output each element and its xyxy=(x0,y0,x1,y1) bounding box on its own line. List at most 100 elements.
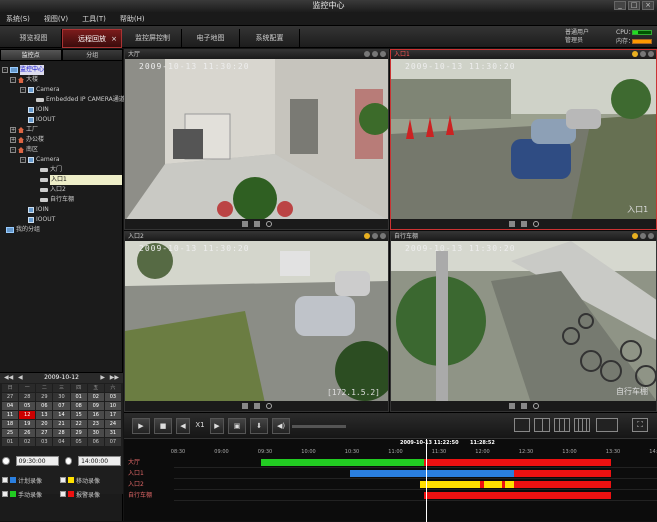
calendar-day[interactable]: 28 xyxy=(19,393,36,401)
tree-node-gate[interactable]: 大门 xyxy=(40,165,62,175)
legend-manual[interactable]: 手动录像 xyxy=(2,490,54,499)
calendar-day[interactable]: 05 xyxy=(19,402,36,410)
calendar-day[interactable]: 13 xyxy=(36,411,53,419)
tab-emap[interactable]: 电子地图 xyxy=(182,29,240,48)
calendar-day[interactable]: 06 xyxy=(36,402,53,410)
tree-node-entrance1[interactable]: 入口1 xyxy=(40,175,122,185)
slower-button[interactable]: ◀ xyxy=(176,418,190,434)
tree-node-root[interactable]: - 监控中心 xyxy=(2,65,45,75)
calendar-day[interactable]: 21 xyxy=(53,420,70,428)
record-segment[interactable] xyxy=(350,470,514,477)
record-segment[interactable] xyxy=(514,481,611,488)
pane-btn-icon[interactable] xyxy=(364,51,370,57)
zoom-icon[interactable] xyxy=(265,403,272,409)
record-segment[interactable] xyxy=(261,459,424,466)
calendar-day[interactable]: 29 xyxy=(36,393,53,401)
calendar-day[interactable]: 18 xyxy=(2,420,19,428)
snapshot-icon[interactable] xyxy=(508,403,515,409)
calendar-day[interactable]: 27 xyxy=(36,429,53,437)
pane-btn-icon[interactable] xyxy=(640,51,646,57)
calendar-day[interactable]: 26 xyxy=(19,429,36,437)
start-time-input[interactable]: 09:30:00 xyxy=(15,456,59,466)
record-segment[interactable] xyxy=(424,459,611,466)
tree-node-office[interactable]: + 办公楼 xyxy=(10,135,44,145)
calendar-day[interactable]: 19 xyxy=(19,420,36,428)
record-segment[interactable] xyxy=(484,481,502,488)
calendar-day[interactable]: 01 xyxy=(70,393,87,401)
video-pane-entrance1[interactable]: 入口1 2009-10-13 11:30:20 入口1 xyxy=(390,49,657,230)
timeline-row-entrance1[interactable] xyxy=(174,468,657,479)
record-segment[interactable] xyxy=(505,481,514,488)
record-segment[interactable] xyxy=(514,470,611,477)
calendar-day[interactable]: 04 xyxy=(2,402,19,410)
timeline-row-lobby[interactable] xyxy=(174,457,657,468)
menu-view[interactable]: 视图(V) xyxy=(44,12,68,25)
volume-slider[interactable] xyxy=(292,425,346,428)
calendar-day[interactable]: 10 xyxy=(104,402,121,410)
pane-btn-icon[interactable] xyxy=(380,51,386,57)
record-segment[interactable] xyxy=(424,492,611,499)
next-month-icon[interactable]: ▶ xyxy=(100,373,105,383)
volume-button[interactable]: ◀) xyxy=(272,418,290,434)
calendar-day[interactable]: 31 xyxy=(104,429,121,437)
snapshot-icon[interactable] xyxy=(241,221,248,227)
calendar-day[interactable]: 30 xyxy=(53,393,70,401)
video-pane-bike-shed[interactable]: 自行车棚 2009-10-13 11:30:20 自行车棚 xyxy=(390,231,657,412)
zoom-icon[interactable] xyxy=(532,221,539,227)
pane-btn-icon[interactable] xyxy=(364,233,370,239)
tree-node-entrance2[interactable]: 入口2 xyxy=(40,185,66,195)
tree-node-building[interactable]: - 大楼 xyxy=(10,75,38,85)
record-icon[interactable] xyxy=(253,403,260,409)
next-year-icon[interactable]: ▶▶ xyxy=(110,373,119,383)
calendar-day[interactable]: 27 xyxy=(2,393,19,401)
menu-system[interactable]: 系统(S) xyxy=(6,12,30,25)
record-icon[interactable] xyxy=(520,403,527,409)
calendar-day[interactable]: 05 xyxy=(70,438,87,446)
calendar-day[interactable]: 11 xyxy=(2,411,19,419)
menu-help[interactable]: 帮助(H) xyxy=(120,12,145,25)
timeline-row-entrance2[interactable] xyxy=(174,479,657,490)
calendar-day[interactable]: 22 xyxy=(70,420,87,428)
zoom-icon[interactable] xyxy=(532,403,539,409)
tree-node-ioin-2[interactable]: IOIN xyxy=(28,205,49,215)
record-timeline[interactable]: 08:30 09:00 09:30 10:00 10:30 11:00 11:30 12:00… xyxy=(124,438,657,522)
pane-btn-icon[interactable] xyxy=(648,233,654,239)
calendar-day[interactable]: 30 xyxy=(87,429,104,437)
faster-button[interactable]: ▶ xyxy=(210,418,224,434)
legend-motion[interactable]: 移动录像 xyxy=(60,476,112,485)
zoom-icon[interactable] xyxy=(265,221,272,227)
tree-node-my-groups[interactable]: 我的分组 xyxy=(6,225,40,235)
calendar-day[interactable]: 17 xyxy=(104,411,121,419)
calendar-day[interactable]: 24 xyxy=(104,420,121,428)
menu-tools[interactable]: 工具(T) xyxy=(82,12,106,25)
pane-btn-icon[interactable] xyxy=(372,51,378,57)
calendar-day[interactable]: 04 xyxy=(53,438,70,446)
layout-custom-button[interactable] xyxy=(596,418,618,432)
maximize-button[interactable]: □ xyxy=(628,1,640,10)
calendar-day[interactable]: 23 xyxy=(87,420,104,428)
snapshot-button[interactable]: ▣ xyxy=(228,418,246,434)
stop-button[interactable]: ■ xyxy=(154,418,172,434)
layout-16-button[interactable] xyxy=(574,418,590,432)
prev-month-icon[interactable]: ◀ xyxy=(18,373,23,383)
calendar-day[interactable]: 20 xyxy=(36,420,53,428)
layout-1-button[interactable] xyxy=(514,418,530,432)
fullscreen-button[interactable]: ⛶ xyxy=(632,418,648,432)
pane-btn-icon[interactable] xyxy=(372,233,378,239)
tree-node-camera-group-2[interactable]: - Camera xyxy=(20,155,60,165)
calendar-day[interactable]: 14 xyxy=(53,411,70,419)
close-button[interactable]: × xyxy=(642,1,654,10)
tree-node-south[interactable]: - 南区 xyxy=(10,145,38,155)
record-segment[interactable] xyxy=(420,481,480,488)
tab-system-config[interactable]: 系统配置 xyxy=(240,29,300,48)
timeline-cursor[interactable] xyxy=(426,439,427,522)
pane-btn-icon[interactable] xyxy=(648,51,654,57)
tree-node-ioout[interactable]: IOOUT xyxy=(28,115,55,125)
end-time-input[interactable]: 14:00:00 xyxy=(78,456,121,466)
layout-4-button[interactable] xyxy=(534,418,550,432)
legend-alarm[interactable]: 报警录像 xyxy=(60,490,112,499)
record-icon[interactable] xyxy=(253,221,260,227)
calendar-day[interactable]: 09 xyxy=(87,402,104,410)
calendar-day[interactable]: 15 xyxy=(70,411,87,419)
pane-btn-icon[interactable] xyxy=(632,233,638,239)
